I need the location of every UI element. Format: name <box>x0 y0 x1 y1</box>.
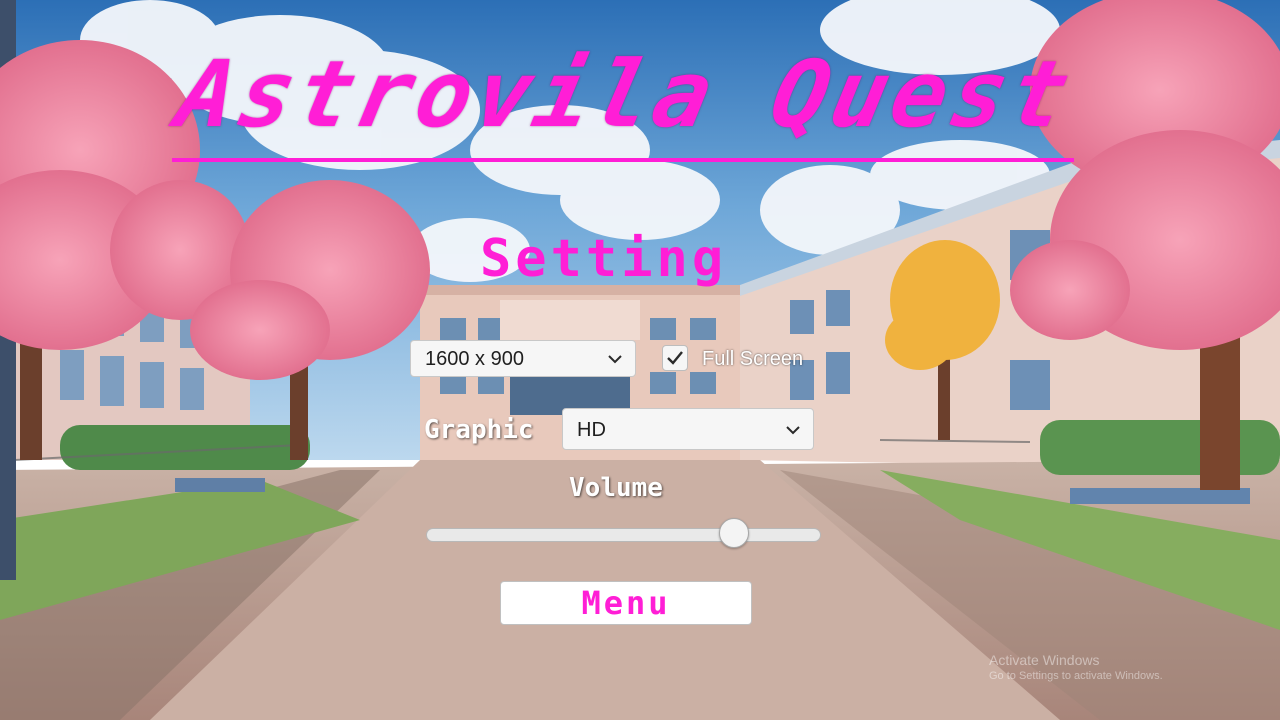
volume-slider-handle[interactable] <box>719 518 750 548</box>
graphic-label: Graphic <box>424 415 534 445</box>
watermark-subtitle: Go to Settings to activate Windows. <box>989 670 1163 682</box>
menu-button[interactable]: Menu <box>500 581 752 625</box>
chevron-down-icon <box>786 426 800 435</box>
fullscreen-toggle[interactable]: Full Screen <box>662 345 812 373</box>
graphic-selected-value: HD <box>577 419 606 441</box>
windows-activation-watermark: Activate Windows Go to Settings to activ… <box>989 652 1163 684</box>
graphic-quality-dropdown[interactable]: HD <box>562 408 814 450</box>
chevron-down-icon <box>608 355 622 364</box>
resolution-selected-value: 1600 x 900 <box>425 348 524 370</box>
volume-slider-track[interactable] <box>426 528 821 542</box>
volume-label: Volume <box>569 473 663 503</box>
game-title: Astrovila Quest <box>168 41 1082 148</box>
fullscreen-label: Full Screen <box>702 348 804 370</box>
volume-slider[interactable] <box>426 518 821 554</box>
resolution-dropdown[interactable]: 1600 x 900 <box>410 340 636 377</box>
watermark-title: Activate Windows <box>989 652 1100 668</box>
screen-heading: Setting <box>480 229 728 289</box>
checkmark-icon <box>667 351 683 365</box>
title-underline <box>172 158 1074 162</box>
fullscreen-checkbox[interactable] <box>662 345 688 371</box>
